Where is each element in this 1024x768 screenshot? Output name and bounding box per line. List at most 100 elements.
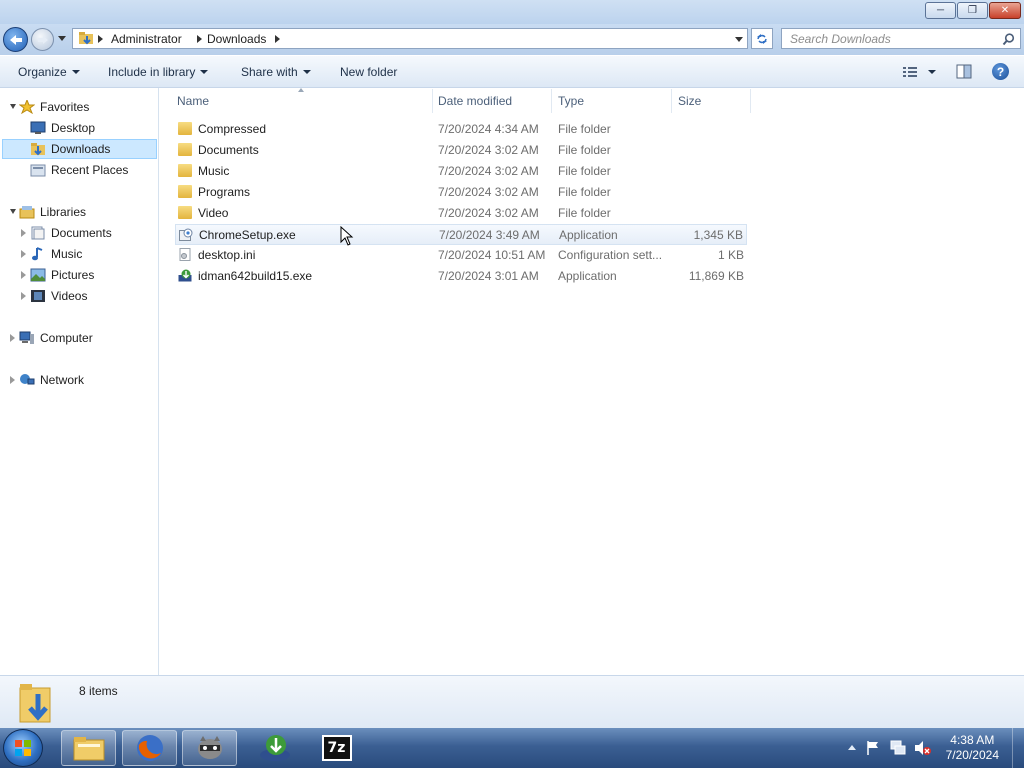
title-bar: ─ ❐ ✕	[0, 0, 1024, 24]
network-expander[interactable]	[10, 376, 15, 384]
item-count: 8 items	[79, 684, 118, 698]
share-with-label: Share with	[241, 65, 298, 79]
file-row[interactable]: Programs 7/20/2024 3:02 AM File folder	[175, 182, 747, 203]
computer-expander[interactable]	[10, 334, 15, 342]
mouse-cursor-icon	[340, 226, 354, 246]
taskbar-firefox[interactable]	[122, 730, 177, 766]
include-in-library-button[interactable]: Include in library	[108, 65, 209, 79]
volume-muted-icon[interactable]	[914, 740, 932, 756]
file-name: Music	[198, 164, 230, 178]
column-name[interactable]: Name	[177, 94, 209, 108]
pictures-expander[interactable]	[21, 271, 26, 279]
search-input[interactable]: Search Downloads	[790, 32, 891, 46]
address-bar[interactable]: Administrator Downloads	[72, 28, 748, 49]
favorites-expander[interactable]	[10, 104, 16, 109]
clock[interactable]: 4:38 AM 7/20/2024	[946, 733, 999, 763]
nav-recent-places[interactable]: Recent Places	[30, 160, 128, 180]
desktop-icon	[30, 121, 46, 134]
file-size: 11,869 KB	[688, 269, 744, 283]
address-dropdown-button[interactable]	[735, 37, 743, 42]
documents-library-icon	[31, 226, 45, 240]
nav-pictures-label: Pictures	[51, 268, 95, 282]
folder-icon	[178, 122, 192, 135]
nav-network[interactable]: Network	[19, 370, 84, 390]
file-date-modified: 7/20/2024 3:02 AM	[438, 185, 539, 199]
breadcrumb-downloads[interactable]: Downloads	[207, 32, 266, 46]
column-divider[interactable]	[750, 89, 751, 113]
taskbar-idm[interactable]	[247, 730, 302, 766]
nav-music[interactable]: Music	[30, 244, 82, 264]
search-box[interactable]: Search Downloads	[781, 28, 1021, 49]
file-date-modified: 7/20/2024 3:49 AM	[439, 228, 540, 242]
column-divider[interactable]	[671, 89, 672, 113]
file-row[interactable]: idman642build15.exe 7/20/2024 3:01 AM Ap…	[175, 266, 747, 287]
chevron-down-icon	[200, 70, 209, 74]
music-expander[interactable]	[21, 250, 26, 258]
nav-computer-label: Computer	[40, 331, 93, 345]
restore-icon: ❐	[968, 5, 977, 16]
folder-icon	[178, 164, 192, 177]
breadcrumb-separator[interactable]	[197, 35, 202, 43]
show-desktop-button[interactable]	[1012, 728, 1024, 768]
column-date-modified[interactable]: Date modified	[438, 94, 512, 108]
back-button[interactable]	[3, 27, 28, 52]
settings-file-icon	[179, 248, 191, 261]
preview-pane-button[interactable]	[956, 64, 972, 79]
nav-downloads[interactable]: Downloads	[30, 139, 110, 159]
organize-button[interactable]: Organize	[18, 65, 80, 79]
file-row[interactable]: desktop.ini 7/20/2024 10:51 AM Configura…	[175, 245, 747, 266]
file-row[interactable]: ChromeSetup.exe 7/20/2024 3:49 AM Applic…	[175, 224, 747, 245]
column-divider[interactable]	[432, 89, 433, 113]
start-button[interactable]	[3, 729, 43, 767]
help-button[interactable]: ?	[992, 63, 1009, 80]
breadcrumb-separator[interactable]	[275, 35, 280, 43]
breadcrumb-separator[interactable]	[98, 35, 103, 43]
nav-desktop-label: Desktop	[51, 121, 96, 135]
nav-computer[interactable]: Computer	[19, 328, 93, 348]
file-row[interactable]: Documents 7/20/2024 3:02 AM File folder	[175, 140, 747, 161]
folder-icon	[178, 185, 192, 198]
recent-pages-dropdown[interactable]	[58, 36, 66, 41]
nav-documents-label: Documents	[51, 226, 112, 240]
file-type: Application	[559, 228, 618, 242]
nav-pictures[interactable]: Pictures	[30, 265, 94, 285]
restore-button[interactable]: ❐	[957, 2, 988, 19]
column-header-bar	[159, 89, 1024, 113]
column-size[interactable]: Size	[678, 94, 701, 108]
action-center-flag-icon[interactable]	[866, 740, 880, 756]
file-row[interactable]: Music 7/20/2024 3:02 AM File folder	[175, 161, 747, 182]
libraries-expander[interactable]	[10, 209, 16, 214]
forward-arrow-icon	[37, 35, 48, 44]
minimize-button[interactable]: ─	[925, 2, 956, 19]
file-name: Documents	[198, 143, 259, 157]
taskbar-explorer[interactable]	[61, 730, 116, 766]
file-row[interactable]: Compressed 7/20/2024 4:34 AM File folder	[175, 119, 747, 140]
file-type: File folder	[558, 206, 611, 220]
change-view-button[interactable]	[902, 65, 938, 79]
nav-favorites[interactable]: Favorites	[19, 97, 89, 117]
file-date-modified: 7/20/2024 3:02 AM	[438, 143, 539, 157]
nav-documents[interactable]: Documents	[30, 223, 112, 243]
nav-libraries[interactable]: Libraries	[19, 202, 86, 222]
search-icon	[1002, 33, 1015, 46]
file-row[interactable]: Video 7/20/2024 3:02 AM File folder	[175, 203, 747, 224]
forward-button[interactable]	[31, 28, 54, 51]
file-type: File folder	[558, 143, 611, 157]
refresh-button[interactable]	[751, 28, 773, 49]
network-tray-icon[interactable]	[890, 740, 906, 756]
new-folder-button[interactable]: New folder	[340, 65, 397, 79]
show-hidden-icons-button[interactable]	[848, 745, 856, 750]
videos-expander[interactable]	[21, 292, 26, 300]
nav-videos[interactable]: Videos	[30, 286, 87, 306]
taskbar-raccoon-app[interactable]	[182, 730, 237, 766]
breadcrumb-administrator[interactable]: Administrator	[111, 32, 182, 46]
file-date-modified: 7/20/2024 4:34 AM	[438, 122, 539, 136]
column-type[interactable]: Type	[558, 94, 584, 108]
nav-videos-label: Videos	[51, 289, 88, 303]
nav-desktop[interactable]: Desktop	[30, 118, 95, 138]
documents-expander[interactable]	[21, 229, 26, 237]
close-button[interactable]: ✕	[989, 2, 1021, 19]
column-divider[interactable]	[551, 89, 552, 113]
share-with-button[interactable]: Share with	[241, 65, 311, 79]
taskbar-7zip[interactable]: 7z	[309, 730, 364, 766]
